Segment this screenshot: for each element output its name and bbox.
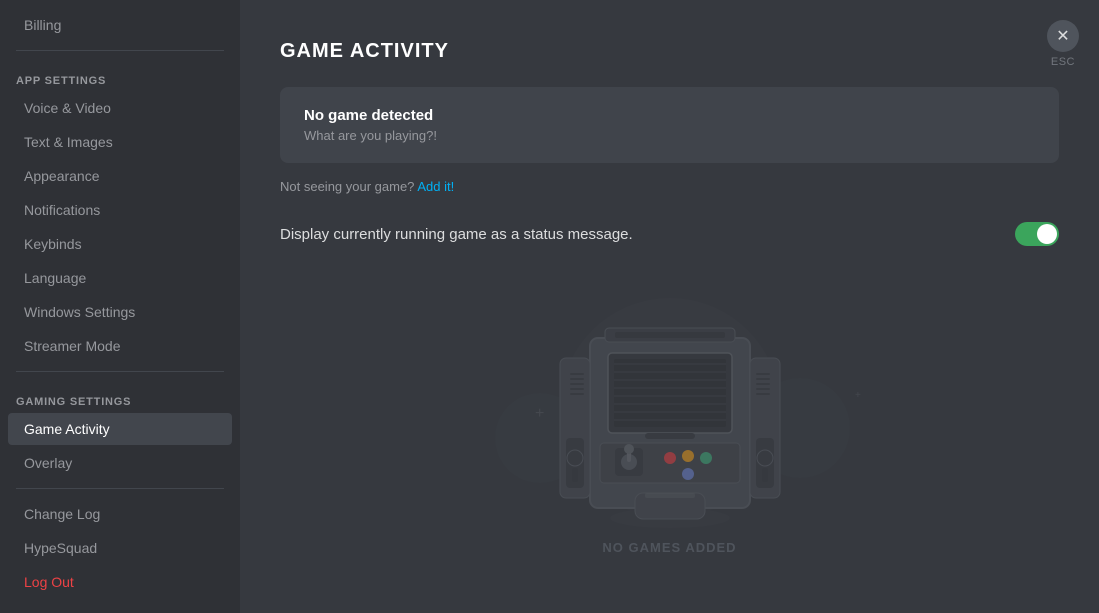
- toggle-row: Display currently running game as a stat…: [280, 222, 1059, 246]
- sidebar-item-keybinds[interactable]: Keybinds: [8, 228, 232, 260]
- add-game-text: Not seeing your game? Add it!: [280, 179, 1059, 194]
- add-it-link[interactable]: Add it!: [417, 179, 454, 194]
- no-game-title: No game detected: [304, 107, 1035, 124]
- sidebar-item-log-out[interactable]: Log Out: [8, 566, 232, 598]
- gaming-settings-label: Gaming Settings: [0, 380, 240, 412]
- sidebar-item-voice-video[interactable]: Voice & Video: [8, 92, 232, 124]
- sidebar-divider-bottom: [16, 488, 224, 489]
- sidebar-item-billing[interactable]: Billing: [8, 9, 232, 41]
- esc-label: ESC: [1051, 56, 1075, 68]
- sidebar-item-overlay[interactable]: Overlay: [8, 447, 232, 479]
- close-icon: ✕: [1056, 26, 1069, 46]
- sidebar-item-windows-settings[interactable]: Windows Settings: [8, 296, 232, 328]
- arcade-machine-svg: + + +: [460, 278, 880, 528]
- sidebar-item-streamer-mode[interactable]: Streamer Mode: [8, 330, 232, 362]
- sidebar-item-hypesquad[interactable]: HypeSquad: [8, 532, 232, 564]
- display-game-toggle[interactable]: ✓: [1015, 222, 1059, 246]
- toggle-label: Display currently running game as a stat…: [280, 226, 633, 243]
- no-game-card: No game detected What are you playing?!: [280, 87, 1059, 163]
- sidebar: Billing App Settings Voice & Video Text …: [0, 0, 240, 613]
- no-games-illustration: + + + No Games Added: [280, 278, 1059, 555]
- no-game-subtitle: What are you playing?!: [304, 128, 1035, 143]
- sidebar-divider-gaming: [16, 371, 224, 372]
- main-content: ✕ ESC Game Activity No game detected Wha…: [240, 0, 1099, 613]
- close-button[interactable]: ✕: [1047, 20, 1079, 52]
- sidebar-item-game-activity[interactable]: Game Activity: [8, 413, 232, 445]
- sidebar-item-text-images[interactable]: Text & Images: [8, 126, 232, 158]
- sidebar-item-appearance[interactable]: Appearance: [8, 160, 232, 192]
- svg-text:+: +: [535, 405, 544, 422]
- toggle-knob: [1037, 224, 1057, 244]
- svg-text:+: +: [855, 390, 861, 401]
- add-game-prompt: Not seeing your game?: [280, 179, 414, 194]
- app-settings-label: App Settings: [0, 59, 240, 91]
- page-title: Game Activity: [280, 40, 1059, 63]
- sidebar-item-notifications[interactable]: Notifications: [8, 194, 232, 226]
- sidebar-item-change-log[interactable]: Change Log: [8, 498, 232, 530]
- no-games-label: No Games Added: [602, 540, 736, 555]
- sidebar-item-language[interactable]: Language: [8, 262, 232, 294]
- sidebar-divider-app: [16, 50, 224, 51]
